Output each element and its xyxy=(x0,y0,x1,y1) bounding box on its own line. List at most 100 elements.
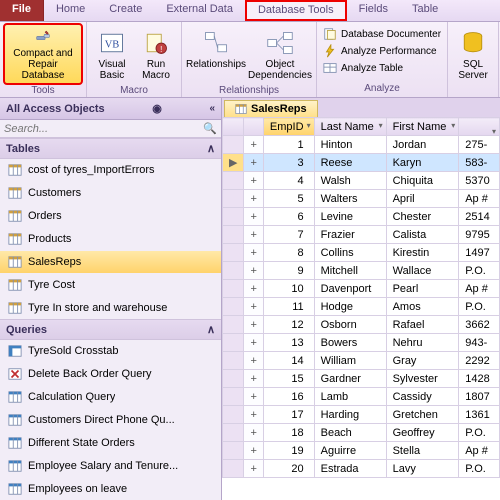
row-selector[interactable] xyxy=(223,442,244,460)
expand-row-icon[interactable]: + xyxy=(244,154,263,172)
table-row[interactable]: +15GardnerSylvester1428 xyxy=(223,370,500,388)
cell-empid[interactable]: 12 xyxy=(263,316,314,334)
row-selector[interactable] xyxy=(223,352,244,370)
table-row[interactable]: +14WilliamGray2292 xyxy=(223,352,500,370)
cell-extra[interactable]: 1807 xyxy=(459,388,500,406)
analyze-table-button[interactable]: Analyze Table xyxy=(321,60,443,76)
table-row[interactable]: ▶+3ReeseKaryn583- xyxy=(223,154,500,172)
expand-row-icon[interactable]: + xyxy=(244,172,263,190)
table-row[interactable]: +1HintonJordan275- xyxy=(223,136,500,154)
analyze-performance-button[interactable]: Analyze Performance xyxy=(321,43,443,59)
cell-firstname[interactable]: Karyn xyxy=(386,154,459,172)
cell-empid[interactable]: 4 xyxy=(263,172,314,190)
cell-firstname[interactable]: Nehru xyxy=(386,334,459,352)
row-selector[interactable] xyxy=(223,298,244,316)
queries-section-header[interactable]: Queries ∧ xyxy=(0,319,221,340)
table-row[interactable]: +16LambCassidy1807 xyxy=(223,388,500,406)
row-selector[interactable] xyxy=(223,424,244,442)
table-row[interactable]: +8CollinsKirestin1497 xyxy=(223,244,500,262)
nav-table-item[interactable]: Customers xyxy=(0,182,221,205)
cell-empid[interactable]: 17 xyxy=(263,406,314,424)
cell-extra[interactable]: P.O. xyxy=(459,460,500,478)
cell-extra[interactable]: 3662 xyxy=(459,316,500,334)
row-selector[interactable] xyxy=(223,208,244,226)
nav-table-item[interactable]: Orders xyxy=(0,205,221,228)
tab-table[interactable]: Table xyxy=(400,0,450,21)
cell-firstname[interactable]: Stella xyxy=(386,442,459,460)
row-selector[interactable] xyxy=(223,190,244,208)
compact-repair-button[interactable]: Compact and Repair Database xyxy=(4,24,82,84)
table-row[interactable]: +6LevineChester2514 xyxy=(223,208,500,226)
expand-row-icon[interactable]: + xyxy=(244,352,263,370)
row-selector[interactable] xyxy=(223,406,244,424)
cell-firstname[interactable]: Amos xyxy=(386,298,459,316)
cell-extra[interactable]: Ap # xyxy=(459,190,500,208)
object-dependencies-button[interactable]: Object Dependencies xyxy=(248,24,312,84)
expand-row-icon[interactable]: + xyxy=(244,370,263,388)
cell-lastname[interactable]: Harding xyxy=(314,406,386,424)
expand-row-icon[interactable]: + xyxy=(244,316,263,334)
tab-home[interactable]: Home xyxy=(44,0,97,21)
expand-row-icon[interactable]: + xyxy=(244,226,263,244)
tab-fields[interactable]: Fields xyxy=(347,0,400,21)
cell-extra[interactable]: 2292 xyxy=(459,352,500,370)
table-row[interactable]: +19AguirreStellaAp # xyxy=(223,442,500,460)
cell-empid[interactable]: 14 xyxy=(263,352,314,370)
tab-external-data[interactable]: External Data xyxy=(154,0,245,21)
relationships-button[interactable]: Relationships xyxy=(186,24,246,84)
row-selector[interactable] xyxy=(223,226,244,244)
expand-row-icon[interactable]: + xyxy=(244,136,263,154)
tab-file[interactable]: File xyxy=(0,0,44,21)
cell-firstname[interactable]: April xyxy=(386,190,459,208)
nav-query-item[interactable]: Calculation Query xyxy=(0,386,221,409)
cell-empid[interactable]: 7 xyxy=(263,226,314,244)
table-row[interactable]: +7FrazierCalista9795 xyxy=(223,226,500,244)
cell-lastname[interactable]: Osborn xyxy=(314,316,386,334)
nav-query-item[interactable]: TyreSold Crosstab xyxy=(0,340,221,363)
collapse-icon[interactable]: ∧ xyxy=(207,323,215,336)
nav-table-item[interactable]: SalesReps xyxy=(0,251,221,274)
cell-lastname[interactable]: Aguirre xyxy=(314,442,386,460)
object-tab-salesreps[interactable]: SalesReps xyxy=(224,100,318,117)
run-macro-button[interactable]: ! Run Macro xyxy=(135,24,177,84)
cell-lastname[interactable]: Beach xyxy=(314,424,386,442)
cell-lastname[interactable]: William xyxy=(314,352,386,370)
expand-row-icon[interactable]: + xyxy=(244,208,263,226)
expand-row-icon[interactable]: + xyxy=(244,388,263,406)
cell-empid[interactable]: 8 xyxy=(263,244,314,262)
cell-empid[interactable]: 5 xyxy=(263,190,314,208)
tab-database-tools[interactable]: Database Tools xyxy=(245,0,347,21)
collapse-pane-icon[interactable]: « xyxy=(209,103,215,114)
cell-lastname[interactable]: Davenport xyxy=(314,280,386,298)
cell-lastname[interactable]: Gardner xyxy=(314,370,386,388)
table-row[interactable]: +17HardingGretchen1361 xyxy=(223,406,500,424)
cell-extra[interactable]: P.O. xyxy=(459,298,500,316)
row-selector-header[interactable] xyxy=(223,118,244,136)
nav-query-item[interactable]: Employee Salary and Tenure... xyxy=(0,455,221,478)
cell-firstname[interactable]: Chester xyxy=(386,208,459,226)
row-selector[interactable] xyxy=(223,460,244,478)
row-selector[interactable] xyxy=(223,316,244,334)
cell-extra[interactable]: 275- xyxy=(459,136,500,154)
search-box[interactable]: 🔍 xyxy=(0,120,221,138)
row-selector[interactable] xyxy=(223,388,244,406)
expand-row-icon[interactable]: + xyxy=(244,460,263,478)
column-header[interactable]: ▾ xyxy=(459,118,500,136)
expand-row-icon[interactable]: + xyxy=(244,424,263,442)
database-documenter-button[interactable]: Database Documenter xyxy=(321,26,443,42)
cell-empid[interactable]: 19 xyxy=(263,442,314,460)
nav-query-item[interactable]: Different State Orders xyxy=(0,432,221,455)
table-row[interactable]: +9MitchellWallaceP.O. xyxy=(223,262,500,280)
visual-basic-button[interactable]: VB Visual Basic xyxy=(91,24,133,84)
cell-lastname[interactable]: Collins xyxy=(314,244,386,262)
cell-extra[interactable]: 1428 xyxy=(459,370,500,388)
cell-empid[interactable]: 13 xyxy=(263,334,314,352)
cell-empid[interactable]: 6 xyxy=(263,208,314,226)
dropdown-icon[interactable]: ▾ xyxy=(492,127,496,136)
cell-firstname[interactable]: Cassidy xyxy=(386,388,459,406)
table-row[interactable]: +12OsbornRafael3662 xyxy=(223,316,500,334)
cell-extra[interactable]: 943- xyxy=(459,334,500,352)
table-row[interactable]: +4WalshChiquita5370 xyxy=(223,172,500,190)
cell-lastname[interactable]: Walsh xyxy=(314,172,386,190)
expand-row-icon[interactable]: + xyxy=(244,244,263,262)
